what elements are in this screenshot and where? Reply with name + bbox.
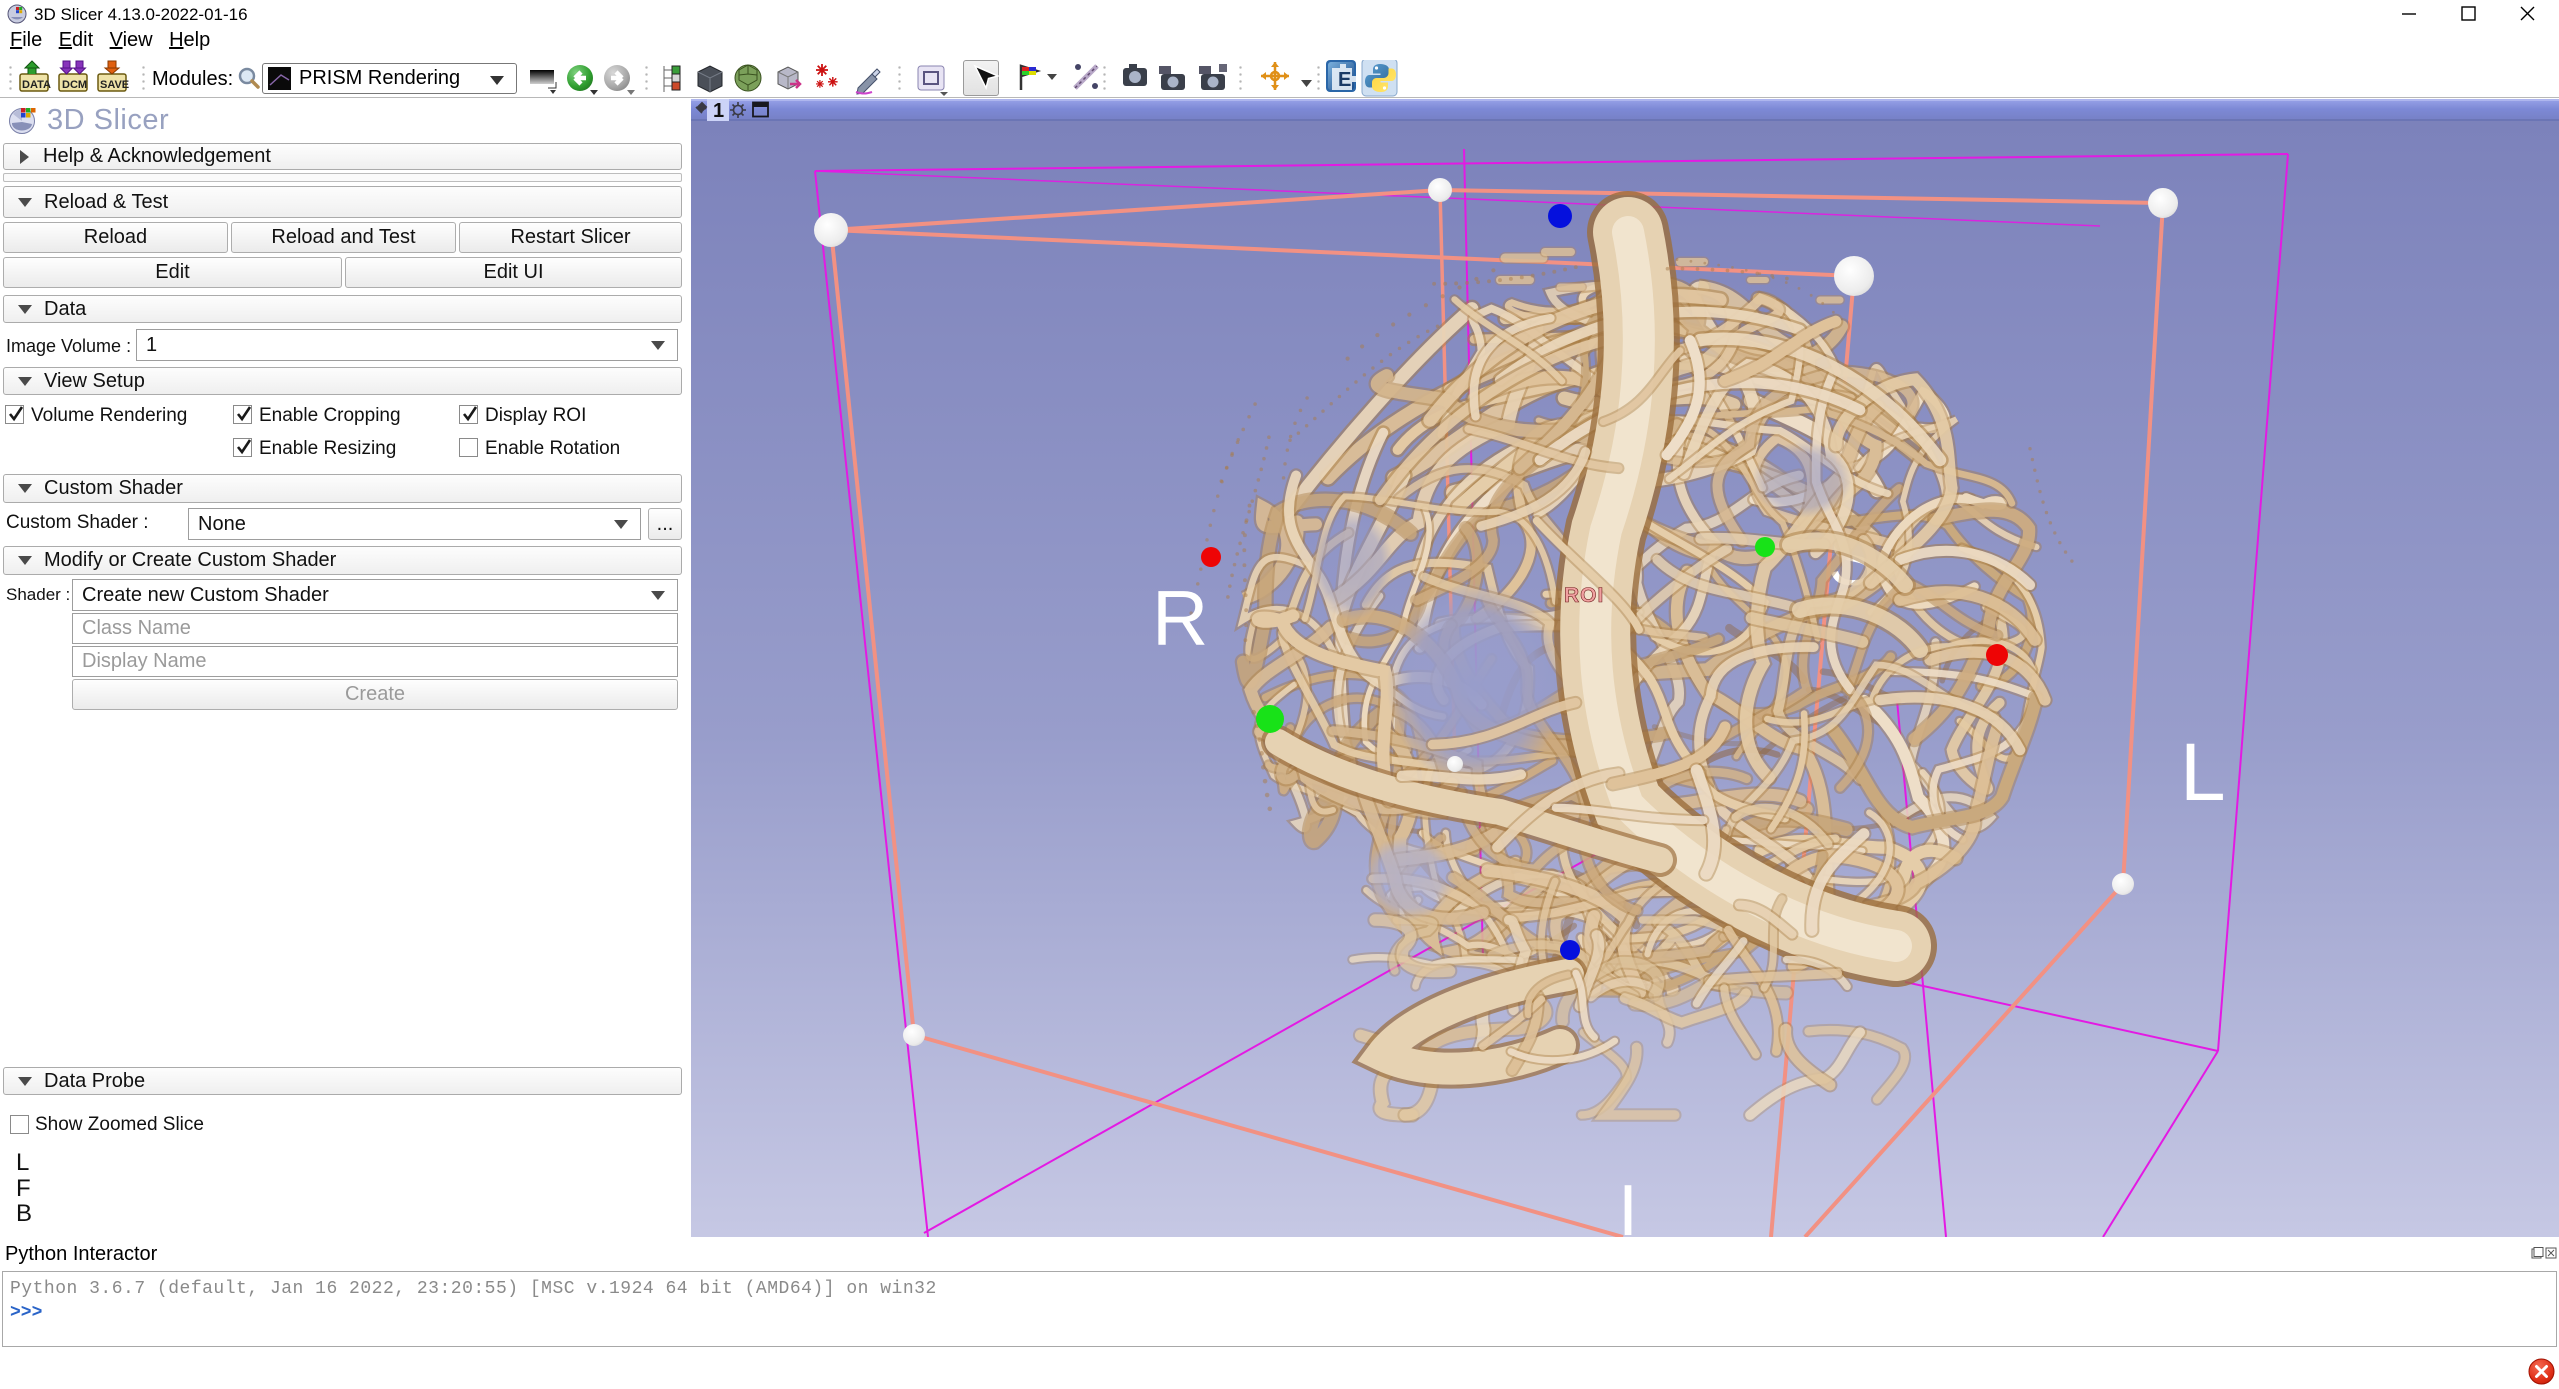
svg-text:DCM: DCM — [62, 79, 87, 91]
svg-text:I: I — [1618, 1171, 1638, 1237]
svg-text:SAVE: SAVE — [100, 79, 129, 91]
svg-text:E: E — [1338, 69, 1351, 91]
svg-text:ROI: ROI — [1564, 584, 1604, 607]
svg-text:R: R — [1152, 574, 1208, 662]
svg-text:L: L — [2180, 727, 2226, 818]
svg-text:DATA: DATA — [22, 79, 51, 91]
svg-text:1: 1 — [713, 100, 724, 122]
